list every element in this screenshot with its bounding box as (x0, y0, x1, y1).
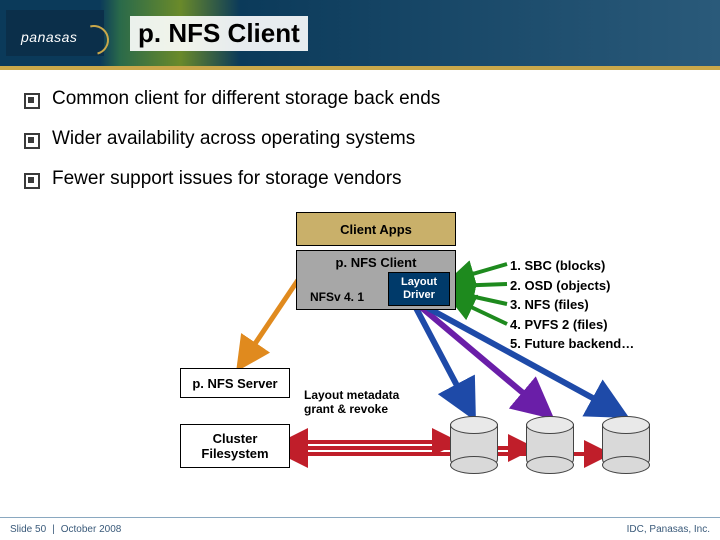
label-nfsv: NFSv 4. 1 (310, 290, 364, 304)
bullet-item: Common client for different storage back… (24, 88, 696, 110)
backend-list: 1. SBC (blocks) 2. OSD (objects) 3. NFS … (510, 256, 634, 354)
bullet-text: Common client for different storage back… (52, 88, 440, 110)
bullet-item: Wider availability across operating syst… (24, 128, 696, 150)
bullet-text: Wider availability across operating syst… (52, 128, 415, 150)
list-item: 2. OSD (objects) (510, 276, 634, 296)
bullet-icon (24, 93, 40, 109)
storage-cylinder-icon (526, 416, 572, 466)
architecture-diagram: Client Apps p. NFS Client NFSv 4. 1 Layo… (10, 208, 710, 518)
bullet-list: Common client for different storage back… (24, 88, 696, 190)
list-item: 5. Future backend… (510, 334, 634, 354)
layout-driver-text: Layout Driver (401, 276, 437, 302)
list-item: 4. PVFS 2 (files) (510, 315, 634, 335)
footer-date: October 2008 (61, 524, 122, 535)
footer-separator: | (52, 524, 55, 535)
storage-cylinder-icon (602, 416, 648, 466)
list-item: 1. SBC (blocks) (510, 256, 634, 276)
list-item: 3. NFS (files) (510, 295, 634, 315)
cluster-fs-text: Cluster Filesystem (201, 431, 268, 461)
page-title: p. NFS Client (130, 16, 308, 51)
box-cluster-filesystem: Cluster Filesystem (180, 424, 290, 468)
slide-footer: Slide 50 | October 2008 IDC, Panasas, In… (0, 517, 720, 540)
storage-cylinder-icon (450, 416, 496, 466)
label-layout-metadata: Layout metadata grant & revoke (304, 388, 444, 416)
box-pnfs-server: p. NFS Server (180, 368, 290, 398)
brand-name: panasas (21, 29, 77, 45)
footer-slide-number: Slide 50 (10, 524, 46, 535)
footer-attribution: IDC, Panasas, Inc. (627, 524, 710, 535)
bullet-icon (24, 133, 40, 149)
box-client-apps: Client Apps (296, 212, 456, 246)
box-layout-driver: Layout Driver (388, 272, 450, 306)
bullet-text: Fewer support issues for storage vendors (52, 168, 402, 190)
bullet-item: Fewer support issues for storage vendors (24, 168, 696, 190)
slide-header: panasas p. NFS Client (0, 0, 720, 70)
brand-logo: panasas (6, 10, 104, 56)
bullet-icon (24, 173, 40, 189)
brand-arc-icon (74, 20, 115, 61)
